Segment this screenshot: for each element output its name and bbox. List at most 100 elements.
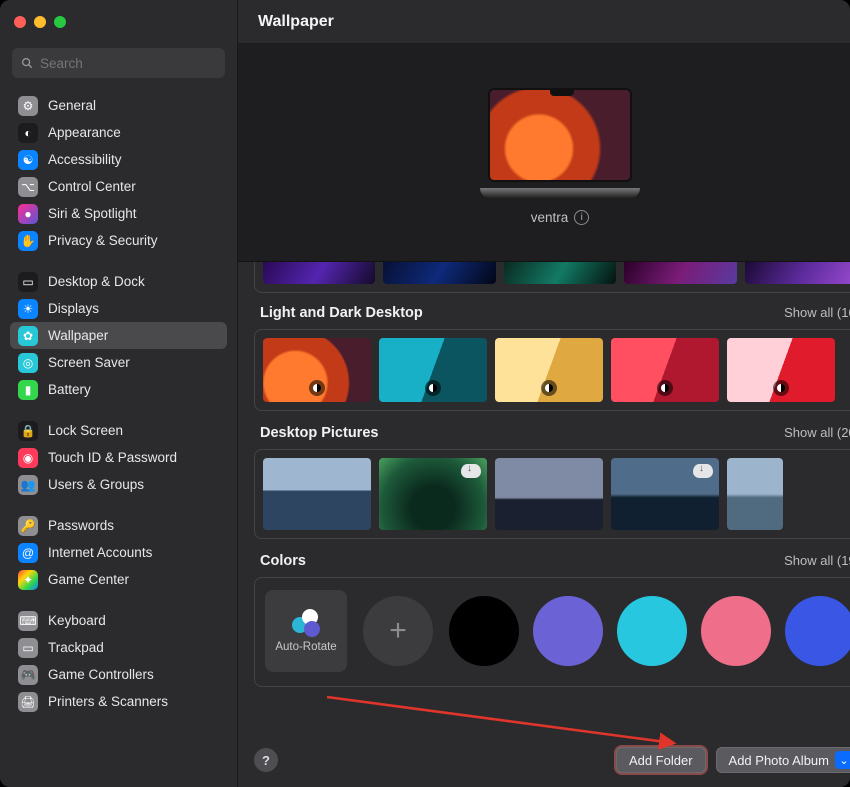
sidebar-item-label: Passwords xyxy=(48,518,114,533)
desktop-pictures-thumbs xyxy=(263,458,850,530)
dynamic-thumb[interactable] xyxy=(383,262,495,284)
add-photo-album-button[interactable]: Add Photo Album ⌄ xyxy=(716,747,850,773)
sidebar-item-control-center[interactable]: ⌥Control Center xyxy=(10,173,227,200)
dynamic-thumb[interactable] xyxy=(504,262,616,284)
color-swatch[interactable] xyxy=(701,596,771,666)
sidebar-icon: ✿ xyxy=(18,326,38,346)
annotation-arrow xyxy=(323,691,683,751)
sidebar-item-general[interactable]: ⚙︎General xyxy=(10,92,227,119)
sidebar-item-label: Internet Accounts xyxy=(48,545,152,560)
lightdark-thumb[interactable] xyxy=(611,338,719,402)
dynamic-thumb[interactable] xyxy=(263,262,375,284)
desktop-picture-thumb[interactable] xyxy=(263,458,371,530)
sidebar-item-label: Touch ID & Password xyxy=(48,450,177,465)
sidebar-item-label: Appearance xyxy=(48,125,121,140)
sidebar-item-desktop-dock[interactable]: ▭Desktop & Dock xyxy=(10,268,227,295)
search-field[interactable] xyxy=(12,48,225,78)
add-folder-button[interactable]: Add Folder xyxy=(616,747,706,773)
sidebar-item-label: Game Controllers xyxy=(48,667,154,682)
sidebar-icon: ◉ xyxy=(18,448,38,468)
sidebar-icon: ▭ xyxy=(18,638,38,658)
minimize-icon[interactable] xyxy=(34,16,46,28)
wallpaper-preview-hero: ventra i xyxy=(238,44,850,262)
sidebar-item-label: Displays xyxy=(48,301,99,316)
sidebar-item-label: Keyboard xyxy=(48,613,106,628)
sidebar-item-displays[interactable]: ☀ Displays xyxy=(10,295,227,322)
dynamic-thumb[interactable] xyxy=(624,262,736,284)
sidebar-item-trackpad[interactable]: ▭Trackpad xyxy=(10,634,227,661)
sidebar-item-label: Wallpaper xyxy=(48,328,108,343)
settings-window: ⚙︎General ◐ Appearance ☯Accessibility⌥Contr… xyxy=(0,0,850,787)
color-swatch[interactable] xyxy=(617,596,687,666)
sidebar-item-passwords[interactable]: 🔑Passwords xyxy=(10,512,227,539)
search-input[interactable] xyxy=(40,56,217,71)
chevron-down-icon: ⌄ xyxy=(835,751,850,769)
color-swatch[interactable] xyxy=(785,596,850,666)
cloud-download-icon xyxy=(693,464,713,478)
desktop-pictures-panel xyxy=(254,449,850,539)
sidebar-item-accessibility[interactable]: ☯Accessibility xyxy=(10,146,227,173)
sidebar-item-printers-scanners[interactable]: 🖨Printers & Scanners xyxy=(10,688,227,715)
lightdark-thumb[interactable] xyxy=(263,338,371,402)
lightdark-thumb[interactable] xyxy=(495,338,603,402)
sidebar-icon: ▭ xyxy=(18,272,38,292)
help-button[interactable]: ? xyxy=(254,748,278,772)
sidebar-item-label: Users & Groups xyxy=(48,477,144,492)
sidebar-item-appearance[interactable]: ◐ Appearance xyxy=(10,119,227,146)
sidebar-icon: ☯ xyxy=(18,150,38,170)
desktop-picture-thumb[interactable] xyxy=(727,458,783,530)
content-scroll[interactable]: Light and Dark Desktop Show all (16) Des… xyxy=(238,262,850,787)
sidebar-item-screen-saver[interactable]: ◎Screen Saver xyxy=(10,349,227,376)
sidebar-icon: 🎮 xyxy=(18,665,38,685)
lightdark-thumb[interactable] xyxy=(727,338,835,402)
sidebar-item-battery[interactable]: ▮Battery xyxy=(10,376,227,403)
sidebar-item-wallpaper[interactable]: ✿ Wallpaper xyxy=(10,322,227,349)
sidebar-item-siri-spotlight[interactable]: ●Siri & Spotlight xyxy=(10,200,227,227)
sidebar-item-label: Privacy & Security xyxy=(48,233,158,248)
lightdark-badge-icon xyxy=(541,380,557,396)
sidebar-item-internet-accounts[interactable]: @ Internet Accounts xyxy=(10,539,227,566)
sidebar-item-users-groups[interactable]: 👥 Users & Groups xyxy=(10,471,227,498)
auto-rotate-tile[interactable]: Auto-Rotate xyxy=(265,590,347,672)
sidebar-icon: ◐ xyxy=(18,123,38,143)
section-header-colors: Colors Show all (19) xyxy=(260,553,850,569)
sidebar-item-touch-id-password[interactable]: ◉ Touch ID & Password xyxy=(10,444,227,471)
dynamic-thumb[interactable] xyxy=(745,262,850,284)
show-all-desktop-pictures[interactable]: Show all (20) xyxy=(784,425,850,440)
info-icon[interactable]: i xyxy=(574,210,589,225)
add-color-button[interactable]: + xyxy=(363,596,433,666)
sidebar-icon: ● xyxy=(18,204,38,224)
sidebar-icon: ✋ xyxy=(18,231,38,251)
window-controls xyxy=(0,0,237,44)
lightdark-thumb[interactable] xyxy=(379,338,487,402)
color-swatch[interactable] xyxy=(449,596,519,666)
show-all-lightdark[interactable]: Show all (16) xyxy=(784,305,850,320)
sidebar-item-privacy-security[interactable]: ✋ Privacy & Security xyxy=(10,227,227,254)
desktop-picture-thumb[interactable] xyxy=(495,458,603,530)
sidebar-item-label: Game Center xyxy=(48,572,129,587)
sidebar-list[interactable]: ⚙︎General ◐ Appearance ☯Accessibility⌥Contr… xyxy=(0,92,237,729)
color-swatch[interactable] xyxy=(533,596,603,666)
color-swatches xyxy=(449,596,850,666)
section-header-desktop-pictures: Desktop Pictures Show all (20) xyxy=(260,425,850,441)
sidebar-icon: 🖨 xyxy=(18,692,38,712)
sidebar-icon: @ xyxy=(18,543,38,563)
wallpaper-name-text: ventra xyxy=(531,210,569,225)
sidebar-icon: ◎ xyxy=(18,353,38,373)
dynamic-desktop-thumbs xyxy=(254,262,850,293)
sidebar-icon: 👥 xyxy=(18,475,38,495)
close-icon[interactable] xyxy=(14,16,26,28)
sidebar-item-lock-screen[interactable]: 🔒Lock Screen xyxy=(10,417,227,444)
sidebar-icon: ✦ xyxy=(18,570,38,590)
desktop-picture-thumb[interactable] xyxy=(611,458,719,530)
desktop-picture-thumb[interactable] xyxy=(379,458,487,530)
show-all-colors[interactable]: Show all (19) xyxy=(784,553,850,568)
main-pane: Wallpaper ventra i Light and Dark Deskto… xyxy=(238,0,850,787)
sidebar-item-keyboard[interactable]: ⌨Keyboard xyxy=(10,607,227,634)
zoom-icon[interactable] xyxy=(54,16,66,28)
sidebar-item-game-controllers[interactable]: 🎮 Game Controllers xyxy=(10,661,227,688)
current-wallpaper-name: ventra i xyxy=(531,210,590,225)
sidebar-icon: ☀ xyxy=(18,299,38,319)
add-photo-album-label: Add Photo Album xyxy=(729,753,829,768)
sidebar-item-game-center[interactable]: ✦ Game Center xyxy=(10,566,227,593)
